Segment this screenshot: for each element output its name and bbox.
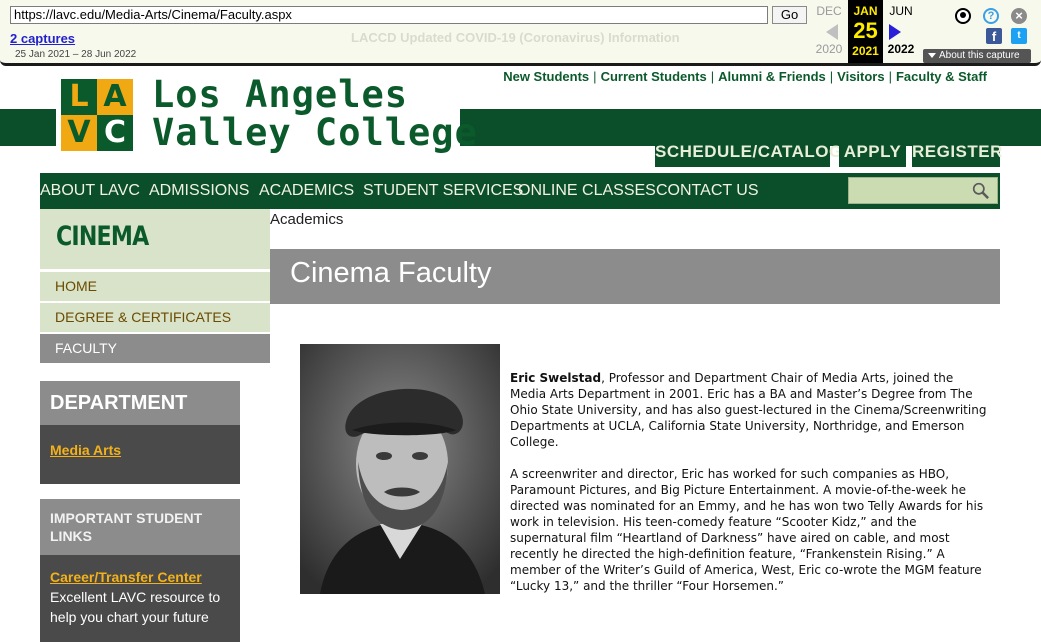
- wayback-next-month: JUN: [889, 4, 913, 18]
- wayback-prev-capture[interactable]: DEC 2020: [812, 0, 846, 63]
- bio-paragraph: Eric Swelstad, Professor and Department …: [510, 370, 990, 450]
- career-transfer-description: Excellent LAVC resource to help you char…: [50, 589, 221, 625]
- page-title: Cinema Faculty: [290, 257, 492, 289]
- wayback-url-input[interactable]: https://lavc.edu/Media-Arts/Cinema/Facul…: [10, 6, 768, 24]
- faculty-name: Eric Swelstad: [510, 371, 602, 385]
- department-heading: DEPARTMENT: [40, 381, 240, 425]
- important-links-heading: IMPORTANT STUDENT LINKS: [40, 499, 240, 555]
- career-transfer-link[interactable]: Career/Transfer Center: [50, 569, 202, 585]
- nav-about-lavc[interactable]: ABOUT LAVC: [40, 173, 140, 209]
- college-name-line1: Los Angeles: [152, 73, 409, 116]
- sidebar-section-title-text: CINEMA: [56, 221, 149, 252]
- faculty-bio: Eric Swelstad, Professor and Department …: [510, 370, 990, 610]
- lavc-logo-icon[interactable]: L A V C: [61, 79, 133, 151]
- department-panel: Media Arts: [40, 425, 240, 484]
- page-title-bar: Cinema Faculty: [270, 249, 1000, 304]
- schedule-catalog-button[interactable]: SCHEDULE/CATALOG: [655, 136, 842, 167]
- help-icon[interactable]: ?: [983, 8, 999, 24]
- apply-button[interactable]: APPLY: [839, 136, 906, 167]
- nav-student-services[interactable]: STUDENT SERVICES: [363, 173, 523, 209]
- main-nav: ABOUT LAVC ADMISSIONS ACADEMICS STUDENT …: [40, 173, 1000, 209]
- user-icon[interactable]: [955, 8, 971, 24]
- wayback-next-year: 2022: [887, 42, 915, 56]
- sidebar-section-title: CINEMA: [40, 209, 270, 269]
- wayback-current-month: JAN: [853, 4, 878, 18]
- bio-paragraph: A screenwriter and director, Eric has wo…: [510, 467, 984, 593]
- close-icon[interactable]: ×: [1011, 8, 1027, 24]
- utility-link-faculty-staff[interactable]: Faculty & Staff: [896, 69, 987, 84]
- utility-link-alumni[interactable]: Alumni & Friends: [718, 69, 826, 84]
- college-name-line2: Valley College: [152, 111, 478, 154]
- breadcrumb[interactable]: Academics: [270, 211, 343, 228]
- logo-letter: C: [103, 115, 127, 150]
- wayback-next-capture[interactable]: JUN 2022: [884, 0, 918, 63]
- wayback-current-capture: JAN 25 2021: [848, 0, 883, 63]
- sidebar-item-home[interactable]: HOME: [40, 272, 270, 301]
- nav-academics[interactable]: ACADEMICS: [259, 173, 354, 209]
- prev-arrow-icon[interactable]: [826, 24, 838, 40]
- faculty-photo: [300, 344, 500, 594]
- utility-link-new-students[interactable]: New Students: [503, 69, 589, 84]
- media-arts-link[interactable]: Media Arts: [50, 442, 121, 458]
- wayback-current-year: 2021: [852, 44, 879, 58]
- wayback-captures-link[interactable]: 2 captures: [10, 31, 75, 46]
- wayback-notice-text[interactable]: LACCD Updated COVID-19 (Coronavirus) Inf…: [351, 30, 680, 45]
- sidebar-item-faculty[interactable]: FACULTY: [40, 334, 270, 363]
- nav-contact-us[interactable]: CONTACT US: [656, 173, 759, 209]
- wayback-prev-year: 2020: [815, 42, 843, 56]
- wayback-toolbar: https://lavc.edu/Media-Arts/Cinema/Facul…: [0, 0, 1041, 66]
- logo-letter: V: [67, 115, 91, 150]
- nav-admissions[interactable]: ADMISSIONS: [149, 173, 249, 209]
- college-name[interactable]: Los Angeles Valley College: [152, 76, 478, 152]
- sidebar-item-degree-certificates[interactable]: DEGREE & CERTIFICATES: [40, 303, 270, 332]
- utility-link-visitors[interactable]: Visitors: [837, 69, 884, 84]
- register-button[interactable]: REGISTER: [912, 136, 1002, 167]
- utility-nav: New Students | Current Students | Alumni & F…: [503, 69, 987, 84]
- logo-letter: L: [69, 79, 89, 114]
- facebook-icon[interactable]: f: [986, 28, 1002, 44]
- search-icon[interactable]: [972, 182, 989, 199]
- search-input[interactable]: [848, 177, 998, 204]
- important-links-panel: Career/Transfer Center Excellent LAVC re…: [40, 555, 240, 642]
- wayback-current-day: 25: [853, 18, 878, 43]
- wayback-date-range: 25 Jan 2021 – 28 Jun 2022: [15, 49, 137, 60]
- nav-online-classes[interactable]: ONLINE CLASSES: [518, 173, 656, 209]
- twitter-icon[interactable]: t: [1011, 28, 1027, 44]
- utility-link-current-students[interactable]: Current Students: [601, 69, 707, 84]
- about-capture-button[interactable]: About this capture: [923, 49, 1031, 63]
- next-arrow-icon[interactable]: [889, 24, 901, 40]
- wayback-go-button[interactable]: Go: [772, 6, 807, 24]
- logo-letter: A: [103, 79, 127, 114]
- wayback-prev-month: DEC: [816, 4, 842, 18]
